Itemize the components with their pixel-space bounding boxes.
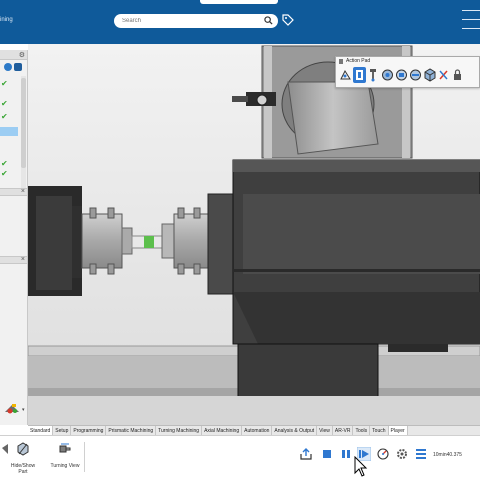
view-1-icon[interactable] [381,67,394,83]
panel-section-divider: × [0,188,27,196]
time-readout: 10min40.375 [433,452,462,458]
list-icon[interactable] [415,448,427,460]
toolbar-divider [84,442,85,472]
display-tool-icon[interactable] [2,402,22,416]
title-bar: ining [0,0,480,44]
search-box[interactable] [114,14,278,28]
gear-icon[interactable] [396,448,408,460]
left-chuck [81,213,123,269]
transform-icon[interactable] [437,67,450,83]
tab-setup[interactable]: Setup [53,426,72,435]
tree-selected-row[interactable] [0,127,18,136]
close-icon[interactable]: × [21,256,25,263]
tab-player[interactable]: Player [388,426,408,435]
check-icon: ✔ [1,79,8,88]
title-bar-decoration [462,10,480,40]
tab-tools[interactable]: Tools [353,426,371,435]
view-2-icon[interactable] [395,67,408,83]
action-pad-title: Action Pad [346,58,371,64]
tab-touch[interactable]: Touch [370,426,389,435]
close-icon[interactable]: × [21,188,25,195]
app-title: ining [0,17,13,23]
cube-icon[interactable] [423,67,436,83]
fixture-icon[interactable] [353,67,366,83]
tab-standard[interactable]: Standard [28,426,54,435]
action-pad-buttons [339,67,479,85]
specification-tree-panel: ⚙ ✔ ✔ ✔ ✔ ✔ × × ▾ [0,50,28,425]
action-pad: Action Pad [335,56,480,88]
action-pad-grip-icon[interactable] [339,59,343,64]
tab-view[interactable]: View [317,426,333,435]
globe-icon[interactable] [4,63,12,71]
player-toolbar: Hide/Show Part Turning View 10min40.375 [0,435,480,480]
hide-show-part-label: Hide/Show Part [10,463,36,475]
hide-show-icon [17,442,29,456]
tag-icon[interactable] [282,14,294,26]
3d-viewport[interactable] [28,44,480,425]
tab-prismatic-machining[interactable]: Prismatic Machining [106,426,157,435]
check-icon: ✔ [1,169,8,178]
scrollbar-thumb[interactable] [21,78,26,168]
turning-view-button[interactable]: Turning View [50,442,80,478]
view-3-icon[interactable] [409,67,422,83]
tab-axial-machining[interactable]: Axial Machining [202,426,243,435]
speed-icon[interactable] [377,448,389,460]
search-input[interactable] [122,16,262,26]
title-tab-indicator[interactable] [200,0,278,4]
hide-show-part-button[interactable]: Hide/Show Part [6,442,40,478]
tab-analysis-output[interactable]: Analysis & Output [272,426,318,435]
ribbon-tabs: Standard Setup Programming Prismatic Mac… [28,425,480,435]
lock-icon[interactable] [451,67,464,83]
tab-turning-machining[interactable]: Turning Machining [156,426,203,435]
turning-view-icon [59,443,71,453]
search-icon[interactable] [264,16,273,25]
filter-icon[interactable] [14,63,22,71]
pause-icon[interactable] [340,448,352,460]
tab-automation[interactable]: Automation [242,426,273,435]
sweep-icon[interactable] [339,67,352,83]
mouse-cursor-icon [354,456,368,477]
panel-section-divider: × [0,256,27,264]
tab-programming[interactable]: Programming [71,426,107,435]
tab-ar-vr[interactable]: AR-VR [333,426,354,435]
check-icon: ✔ [1,159,8,168]
export-icon[interactable] [300,448,312,460]
stop-icon[interactable] [321,448,333,460]
app-window: ining ⚙ ✔ ✔ ✔ ✔ ✔ [0,0,480,480]
machine-scene [28,44,480,425]
panel-icon-row [0,60,27,74]
gear-icon[interactable]: ⚙ [19,51,25,59]
chevron-down-icon[interactable]: ▾ [22,407,25,413]
turning-view-label: Turning View [50,463,80,469]
panel-header: ⚙ [0,50,27,60]
check-icon: ✔ [1,112,8,121]
probe-icon[interactable] [367,67,380,83]
right-chuck [173,213,209,269]
check-icon: ✔ [1,99,8,108]
